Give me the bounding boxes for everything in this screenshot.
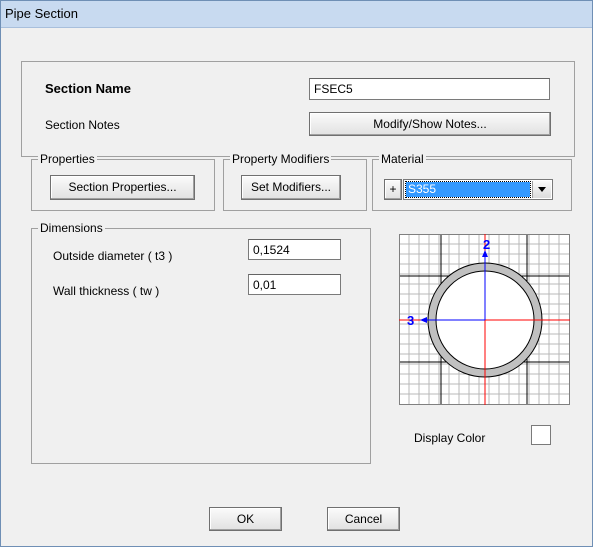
add-material-button[interactable]: +	[384, 179, 402, 200]
dimensions-group-title: Dimensions	[38, 221, 105, 235]
axis-3-label: 3	[407, 313, 414, 328]
section-name-label: Section Name	[45, 81, 131, 96]
ok-button[interactable]: OK	[209, 507, 282, 531]
dimensions-group: Dimensions	[31, 221, 371, 464]
outside-diameter-label: Outside diameter ( t3 )	[53, 249, 173, 263]
wall-thickness-input[interactable]	[248, 274, 341, 295]
display-color-swatch[interactable]	[531, 425, 551, 445]
title-bar: Pipe Section	[1, 1, 592, 28]
pipe-section-dialog: Pipe Section Section Name Section Notes …	[0, 0, 593, 547]
section-preview: 2 3	[399, 234, 570, 405]
modify-show-notes-button[interactable]: Modify/Show Notes...	[309, 112, 551, 136]
material-group-title: Material	[379, 152, 426, 166]
axis-2-label: 2	[483, 237, 490, 252]
wall-thickness-label: Wall thickness ( tw )	[53, 284, 160, 298]
set-modifiers-button[interactable]: Set Modifiers...	[241, 175, 341, 200]
display-color-label: Display Color	[414, 431, 486, 445]
section-name-input[interactable]	[309, 78, 550, 100]
material-selected-value: S355	[405, 181, 531, 198]
property-modifiers-group-title: Property Modifiers	[230, 152, 332, 166]
outside-diameter-input[interactable]	[248, 239, 341, 260]
axis-3-arrowhead	[420, 317, 427, 323]
chevron-down-icon	[538, 187, 546, 192]
material-dropdown-arrow[interactable]	[532, 181, 551, 198]
section-name-panel	[21, 61, 575, 157]
section-notes-label: Section Notes	[45, 118, 120, 132]
material-select[interactable]: S355	[403, 179, 553, 200]
cancel-button[interactable]: Cancel	[327, 507, 400, 531]
window-title: Pipe Section	[5, 6, 78, 21]
properties-group-title: Properties	[38, 152, 97, 166]
section-properties-button[interactable]: Section Properties...	[50, 175, 195, 200]
